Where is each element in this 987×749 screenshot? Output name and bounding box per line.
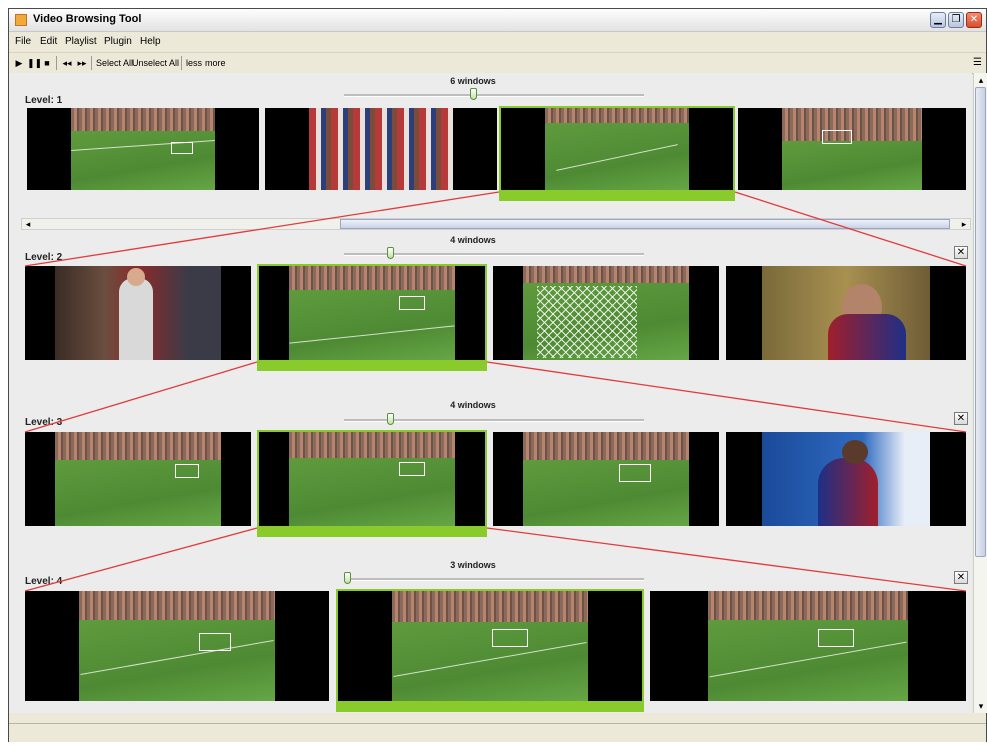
level-2-close-button[interactable]: ✕ [954, 246, 968, 259]
level-4-label: Level: 4 [25, 576, 63, 587]
toolbar-separator [91, 56, 92, 70]
list-options-icon[interactable]: ☰ [973, 57, 982, 68]
level-1-horizontal-scrollbar[interactable]: ◂ ▸ [21, 218, 971, 230]
selection-frame [257, 264, 487, 362]
menu-bar: File Edit Playlist Plugin Help [9, 32, 986, 52]
app-icon [15, 14, 27, 26]
play-icon[interactable]: ▶ [13, 55, 25, 71]
more-button[interactable]: more [205, 55, 226, 71]
menu-help[interactable]: Help [140, 36, 161, 47]
connector-line-right [486, 527, 967, 592]
selection-frame [499, 106, 735, 192]
menu-file[interactable]: File [15, 36, 31, 47]
menu-edit[interactable]: Edit [40, 36, 57, 47]
level-2-slider-thumb[interactable] [387, 247, 394, 259]
vertical-scrollbar[interactable]: ▴ ▾ [973, 73, 987, 713]
stop-icon[interactable]: ■ [41, 55, 53, 71]
level-1-zoom-slider[interactable] [344, 94, 644, 97]
toolbar: ▶ ❚❚ ■ ◂◂ ▸▸ Select All Unselect All les… [9, 52, 986, 74]
scroll-down-icon[interactable]: ▾ [975, 700, 987, 712]
level-4-zoom-slider[interactable] [344, 578, 644, 581]
level-2-label: Level: 2 [25, 252, 63, 263]
rewind-icon[interactable]: ◂◂ [61, 55, 73, 71]
selection-bar [257, 527, 487, 537]
level-3-slider-thumb[interactable] [387, 413, 394, 425]
level-3-label: Level: 3 [25, 417, 63, 428]
level-4-slider-thumb[interactable] [344, 572, 351, 584]
level-3-windows-count: 4 windows [450, 400, 496, 410]
video-thumbnail[interactable] [650, 591, 966, 701]
unselect-all-button[interactable]: Unselect All [132, 55, 179, 71]
level-4-windows-count: 3 windows [450, 560, 496, 570]
level-4-close-button[interactable]: ✕ [954, 571, 968, 584]
video-thumbnail[interactable] [726, 432, 966, 526]
video-thumbnail[interactable] [265, 108, 497, 190]
selection-frame [336, 589, 644, 703]
levels-panel: 6 windows Level: 1 ◂ ▸ 4 windows Level: … [9, 73, 972, 713]
less-button[interactable]: less [186, 55, 202, 71]
pause-icon[interactable]: ❚❚ [27, 55, 42, 71]
video-thumbnail[interactable] [726, 266, 966, 360]
video-thumbnail[interactable] [25, 266, 251, 360]
selection-bar [257, 361, 487, 371]
status-bar [9, 723, 986, 742]
minimize-button[interactable]: ▁ [930, 12, 946, 28]
scroll-left-icon[interactable]: ◂ [22, 218, 34, 230]
toolbar-separator [181, 56, 182, 70]
video-thumbnail[interactable] [493, 432, 719, 526]
app-window: Video Browsing Tool ▁ ❐ ✕ File Edit Play… [8, 8, 987, 742]
selection-bar [499, 191, 735, 201]
horizontal-scroll-thumb[interactable] [340, 219, 950, 229]
selection-frame [257, 430, 487, 528]
vertical-scroll-thumb[interactable] [975, 87, 986, 557]
title-bar: Video Browsing Tool ▁ ❐ ✕ [9, 9, 986, 32]
toolbar-separator [56, 56, 57, 70]
video-thumbnail[interactable] [493, 266, 719, 360]
level-3-close-button[interactable]: ✕ [954, 412, 968, 425]
scroll-right-icon[interactable]: ▸ [958, 218, 970, 230]
fast-forward-icon[interactable]: ▸▸ [76, 55, 88, 71]
close-button[interactable]: ✕ [966, 12, 982, 28]
scroll-up-icon[interactable]: ▴ [975, 74, 987, 86]
window-title: Video Browsing Tool [33, 13, 142, 25]
level-1-label: Level: 1 [25, 95, 63, 106]
level-2-windows-count: 4 windows [450, 235, 496, 245]
level-1-windows-count: 6 windows [450, 76, 496, 86]
select-all-button[interactable]: Select All [96, 55, 133, 71]
maximize-button[interactable]: ❐ [948, 12, 964, 28]
level-1-slider-thumb[interactable] [470, 88, 477, 100]
video-thumbnail[interactable] [738, 108, 966, 190]
video-thumbnail[interactable] [27, 108, 259, 190]
selection-bar [336, 702, 644, 712]
menu-playlist[interactable]: Playlist [65, 36, 97, 47]
video-thumbnail[interactable] [25, 591, 329, 701]
menu-plugin[interactable]: Plugin [104, 36, 132, 47]
video-thumbnail[interactable] [25, 432, 251, 526]
